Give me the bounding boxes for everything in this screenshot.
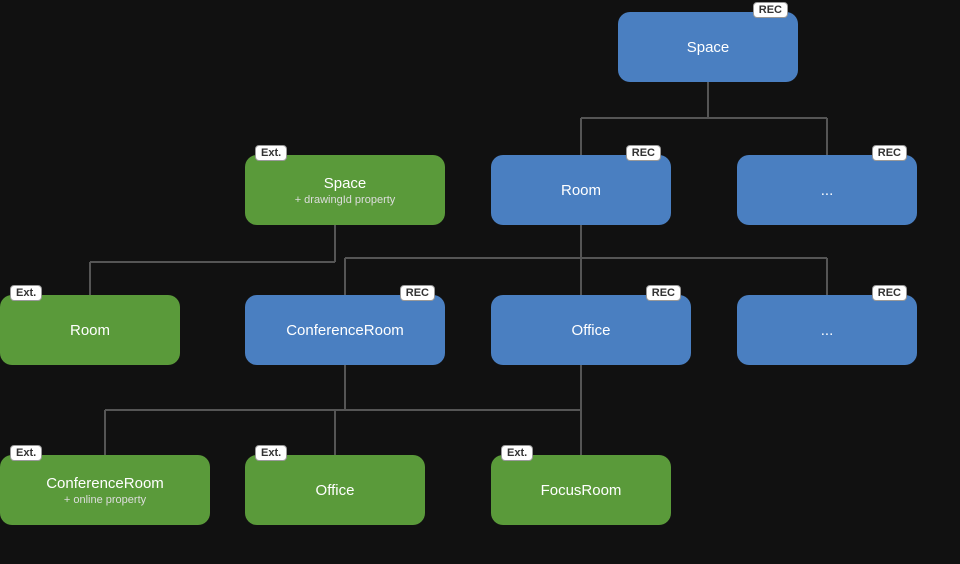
rec-badge-confroom: REC	[400, 285, 435, 301]
ext-badge-room: Ext.	[10, 285, 42, 301]
room-rec-node: REC Room	[491, 155, 671, 225]
space-ext-node: Ext. Space + drawingId property	[245, 155, 445, 225]
confroom-ext-node: Ext. ConferenceRoom + online property	[0, 455, 210, 525]
office-ext-node: Ext. Office	[245, 455, 425, 525]
confroom-rec-node: REC ConferenceRoom	[245, 295, 445, 365]
ellipsis-rec1-node: REC ...	[737, 155, 917, 225]
confroom-ext-subtitle: + online property	[64, 494, 146, 506]
space-ext-subtitle: + drawingId property	[295, 194, 396, 206]
ext-badge-office: Ext.	[255, 445, 287, 461]
ext-badge-confroom: Ext.	[10, 445, 42, 461]
room-ext-node: Ext. Room	[0, 295, 180, 365]
ext-badge-space: Ext.	[255, 145, 287, 161]
rec-badge-ellipsis1: REC	[872, 145, 907, 161]
office-ext-label: Office	[316, 482, 355, 499]
office-rec-node: REC Office	[491, 295, 691, 365]
confroom-rec-label: ConferenceRoom	[286, 322, 404, 339]
space-rec-label: Space	[687, 39, 730, 56]
ext-badge-focusroom: Ext.	[501, 445, 533, 461]
focusroom-ext-label: FocusRoom	[541, 482, 622, 499]
rec-badge-space: REC	[753, 2, 788, 18]
confroom-ext-label: ConferenceRoom	[46, 475, 164, 492]
room-rec-label: Room	[561, 182, 601, 199]
ellipsis-rec1-label: ...	[821, 182, 834, 199]
focusroom-ext-node: Ext. FocusRoom	[491, 455, 671, 525]
ellipsis-rec2-node: REC ...	[737, 295, 917, 365]
rec-badge-office: REC	[646, 285, 681, 301]
room-ext-label: Room	[70, 322, 110, 339]
rec-badge-room: REC	[626, 145, 661, 161]
rec-badge-ellipsis2: REC	[872, 285, 907, 301]
ellipsis-rec2-label: ...	[821, 322, 834, 339]
space-ext-label: Space	[324, 175, 367, 192]
office-rec-label: Office	[572, 322, 611, 339]
space-rec-node: REC Space	[618, 12, 798, 82]
